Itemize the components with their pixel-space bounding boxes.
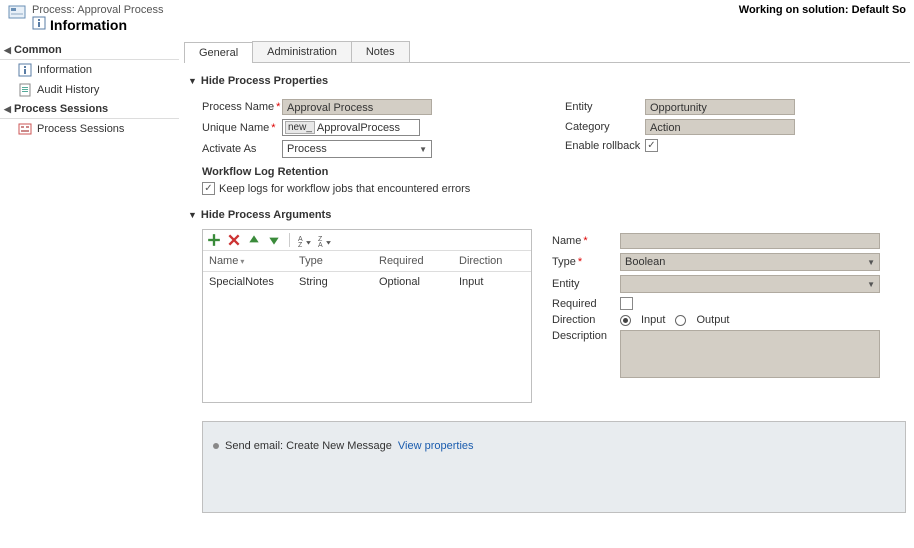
entity-label: Entity	[565, 101, 645, 113]
view-properties-link[interactable]: View properties	[398, 440, 474, 452]
step-row[interactable]: Send email: Create New Message View prop…	[213, 440, 895, 452]
page-title: Information	[50, 17, 127, 33]
process-name-label: Process Name*	[202, 101, 282, 113]
col-required[interactable]: Required	[373, 251, 453, 271]
category-label: Category	[565, 121, 645, 133]
add-icon[interactable]	[207, 233, 221, 247]
grid-header-row: Name Type Required Direction	[203, 251, 531, 272]
sidebar-item-information[interactable]: Information	[0, 60, 179, 80]
move-up-icon[interactable]	[247, 233, 261, 247]
delete-icon[interactable]	[227, 233, 241, 247]
chevron-down-icon: ▼	[188, 210, 197, 220]
process-name-field[interactable]: Approval Process	[282, 99, 432, 115]
svg-text:Z: Z	[298, 242, 303, 247]
unique-name-prefix: new_	[285, 121, 315, 134]
col-type[interactable]: Type	[293, 251, 373, 271]
svg-text:A: A	[318, 242, 323, 247]
solution-label: Working on solution: Default So	[739, 4, 906, 16]
enable-rollback-checkbox[interactable]: ✓	[645, 139, 658, 152]
arg-type-select[interactable]: Boolean ▼	[620, 253, 880, 271]
sort-desc-icon[interactable]: ZA	[318, 233, 332, 247]
sidebar-group-common[interactable]: ◀ Common	[0, 41, 179, 60]
argument-form: Name* Type* Boolean ▼ Entity ▼	[552, 229, 910, 403]
col-direction[interactable]: Direction	[453, 251, 523, 271]
sidebar-group-sessions[interactable]: ◀ Process Sessions	[0, 100, 179, 119]
move-down-icon[interactable]	[267, 233, 281, 247]
sort-asc-icon[interactable]: AZ	[298, 233, 312, 247]
enable-rollback-label: Enable rollback	[565, 140, 645, 152]
info-icon	[32, 16, 46, 33]
sidebar-item-process-sessions[interactable]: Process Sessions	[0, 119, 179, 139]
tab-general[interactable]: General	[184, 42, 253, 63]
keep-logs-checkbox[interactable]: ✓	[202, 182, 215, 195]
direction-output-radio[interactable]	[675, 315, 686, 326]
chevron-left-icon: ◀	[4, 104, 14, 115]
entity-field: Opportunity	[645, 99, 795, 115]
main-panel: General Administration Notes ▼ Hide Proc…	[180, 37, 914, 545]
workflow-log-header: Workflow Log Retention	[202, 166, 547, 178]
arg-required-checkbox[interactable]	[620, 297, 633, 310]
steps-panel: Send email: Create New Message View prop…	[202, 421, 906, 513]
chevron-down-icon: ▼	[188, 76, 197, 86]
tab-bar: General Administration Notes	[184, 41, 910, 63]
chevron-down-icon: ▼	[867, 280, 875, 289]
arg-entity-select[interactable]: ▼	[620, 275, 880, 293]
tab-notes[interactable]: Notes	[351, 41, 410, 62]
chevron-down-icon: ▼	[867, 258, 875, 267]
chevron-down-icon: ▼	[419, 145, 427, 154]
activate-as-select[interactable]: Process ▼	[282, 140, 432, 158]
col-name[interactable]: Name	[203, 251, 293, 271]
unique-name-label: Unique Name*	[202, 122, 282, 134]
arguments-grid: AZ ZA Name Type Required Direction Speci…	[202, 229, 532, 403]
section-process-arguments[interactable]: ▼ Hide Process Arguments	[188, 209, 910, 221]
step-text: Send email: Create New Message	[225, 440, 392, 452]
table-row[interactable]: SpecialNotes String Optional Input	[203, 272, 531, 292]
bullet-icon	[213, 443, 219, 449]
grid-toolbar: AZ ZA	[203, 230, 531, 251]
window-header: Process: Approval Process Information Wo…	[0, 0, 914, 37]
direction-input-radio[interactable]	[620, 315, 631, 326]
arg-name-field[interactable]	[620, 233, 880, 249]
category-field: Action	[645, 119, 795, 135]
tab-administration[interactable]: Administration	[252, 41, 352, 62]
section-process-properties[interactable]: ▼ Hide Process Properties	[188, 75, 910, 87]
chevron-left-icon: ◀	[4, 45, 14, 56]
keep-logs-label: Keep logs for workflow jobs that encount…	[219, 183, 470, 195]
sidebar-item-audit-history[interactable]: Audit History	[0, 80, 179, 100]
arg-description-field[interactable]	[620, 330, 880, 378]
breadcrumb: Process: Approval Process	[32, 4, 163, 16]
sidebar: ◀ Common Information Audit History ◀ Pro…	[0, 37, 180, 545]
activate-as-label: Activate As	[202, 143, 282, 155]
process-icon	[8, 4, 26, 25]
unique-name-field[interactable]: new_ ApprovalProcess	[282, 119, 420, 136]
